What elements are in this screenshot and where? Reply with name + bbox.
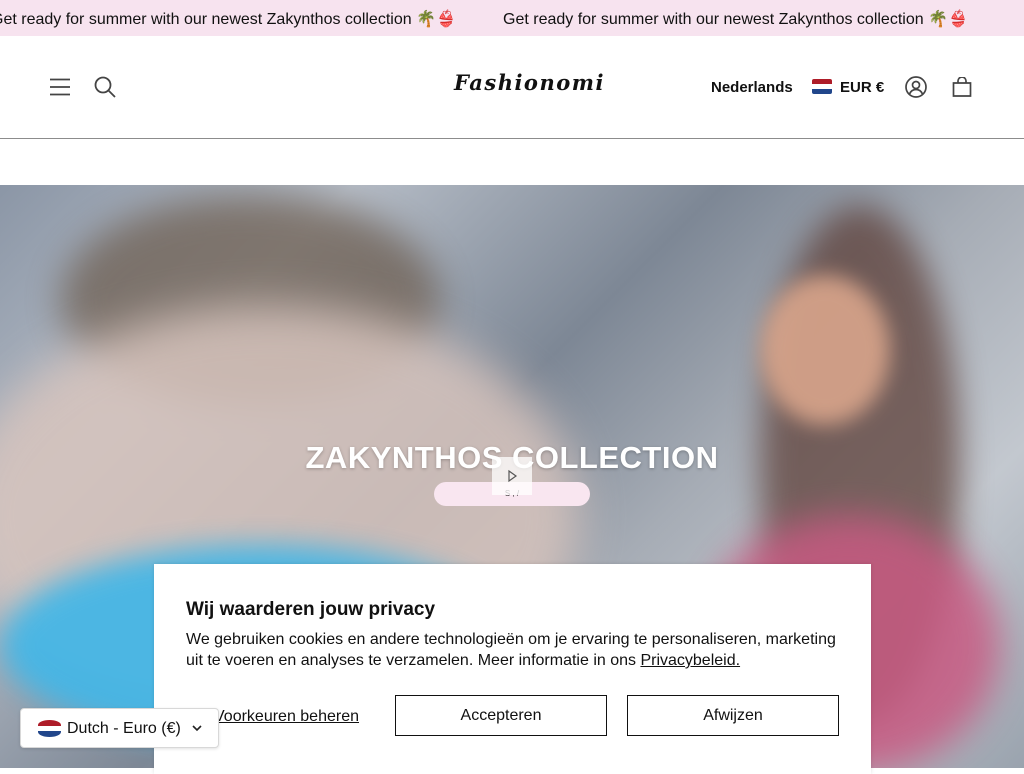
site-header: Fashionomi Nederlands EUR € bbox=[0, 36, 1024, 139]
announcement-bar: Get ready for summer with our newest Zak… bbox=[0, 0, 1024, 36]
language-selector[interactable]: Nederlands bbox=[711, 79, 793, 96]
accept-button[interactable]: Accepteren bbox=[395, 695, 607, 736]
announcement-text: Get ready for summer with our newest Zak… bbox=[503, 11, 968, 28]
chevron-down-icon bbox=[192, 725, 202, 732]
play-icon bbox=[508, 469, 518, 483]
account-icon[interactable] bbox=[905, 76, 927, 98]
play-button[interactable] bbox=[492, 457, 532, 495]
cookie-banner: Wij waarderen jouw privacy We gebruiken … bbox=[154, 564, 871, 774]
cart-icon[interactable] bbox=[952, 77, 972, 97]
site-logo[interactable]: Fashionomi bbox=[454, 70, 605, 95]
country-currency-selector[interactable]: Dutch - Euro (€) bbox=[20, 708, 219, 748]
netherlands-flag-icon bbox=[38, 720, 61, 737]
reject-button[interactable]: Afwijzen bbox=[627, 695, 839, 736]
privacy-policy-link[interactable]: Privacybeleid. bbox=[640, 652, 740, 669]
selector-label: Dutch - Euro (€) bbox=[67, 720, 181, 737]
cookie-text: We gebruiken cookies en andere technolog… bbox=[186, 629, 846, 671]
currency-selector[interactable]: EUR € bbox=[840, 79, 884, 96]
announcement-text: Get ready for summer with our newest Zak… bbox=[0, 11, 456, 28]
manage-preferences-link[interactable]: Voorkeuren beheren bbox=[214, 708, 359, 726]
netherlands-flag-icon bbox=[812, 79, 832, 94]
menu-icon[interactable] bbox=[50, 78, 70, 96]
cookie-title: Wij waarderen jouw privacy bbox=[186, 599, 436, 620]
search-icon[interactable] bbox=[94, 76, 116, 98]
hero-image-area bbox=[760, 275, 890, 425]
